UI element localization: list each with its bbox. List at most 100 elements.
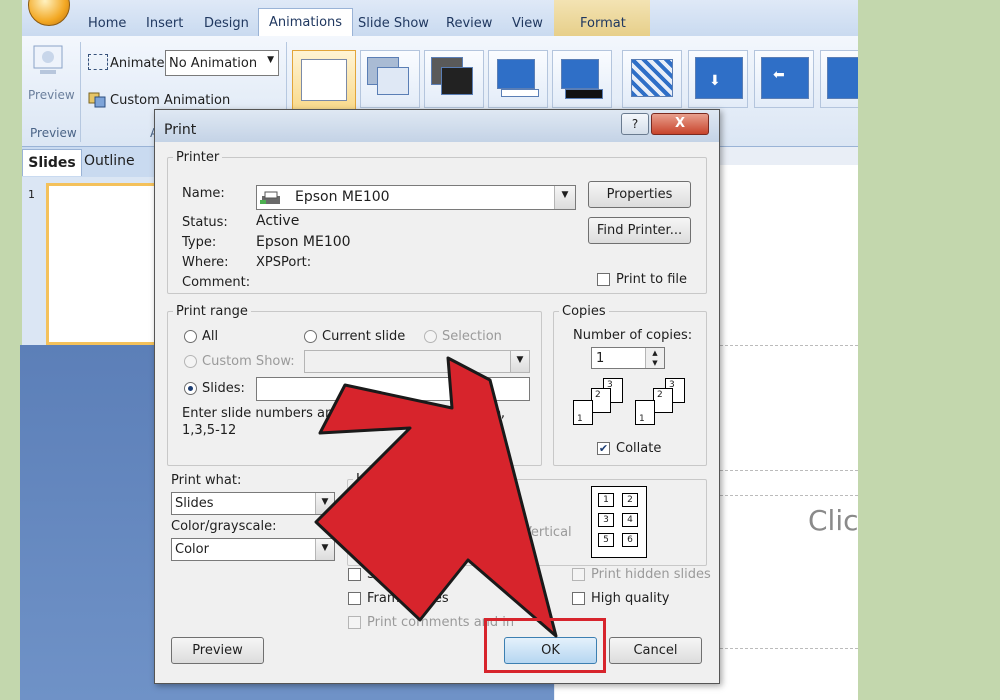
slide-thumbnail[interactable] [46, 183, 160, 345]
tab-animations[interactable]: Animations [258, 8, 354, 37]
print-hidden-slides-checkbox[interactable] [572, 568, 585, 581]
tab-review[interactable]: Review [446, 16, 492, 31]
chevron-down-icon: ▼ [554, 186, 575, 209]
slides-radio[interactable] [184, 382, 197, 395]
properties-button[interactable]: Properties [588, 181, 691, 208]
print-comments-checkbox[interactable] [348, 616, 361, 629]
transition-cut-thumb[interactable] [488, 50, 548, 108]
range-hint-example: 1,3,5-12 [182, 423, 237, 438]
print-dialog: Print ? X Printer Name: Epson ME100 ▼ St… [154, 109, 720, 684]
transition-wipe-left-thumb[interactable]: ⬅ [754, 50, 814, 108]
tab-insert[interactable]: Insert [146, 16, 183, 31]
print-what-select[interactable]: Slides ▼ [171, 492, 335, 515]
copies-spinner[interactable]: 1 ▲ ▼ [591, 347, 665, 369]
placeholder-text[interactable]: Clic [808, 504, 859, 537]
tab-format[interactable]: Format [580, 16, 626, 31]
arrow-down-icon: ⬇ [709, 73, 721, 89]
animate-icon [88, 54, 108, 70]
ribbon-tab-bar: Format Home Insert Design Animations Sli… [22, 0, 858, 37]
thumb-shape [631, 59, 673, 97]
transition-none-thumb[interactable] [292, 50, 356, 112]
tab-outline[interactable]: Outline [84, 153, 135, 169]
where-label: Where: [182, 255, 229, 270]
placeholder-border [700, 648, 858, 649]
tab-slides[interactable]: Slides [22, 149, 82, 176]
all-label[interactable]: All [202, 329, 218, 344]
custom-show-radio[interactable] [184, 355, 197, 368]
collate-checkbox[interactable]: ✔ [597, 442, 610, 455]
spin-down-icon[interactable]: ▼ [645, 358, 664, 368]
animate-dropdown[interactable]: No Animation ▼ [165, 50, 279, 76]
ribbon-separator [80, 42, 81, 142]
print-what-value: Slides [175, 496, 214, 511]
slides-label[interactable]: Slides: [202, 381, 245, 396]
high-quality-label[interactable]: High quality [591, 591, 669, 606]
printer-name-select[interactable]: Epson ME100 ▼ [256, 185, 576, 210]
thumb-shape [501, 89, 539, 97]
transition-cut-black-thumb[interactable] [552, 50, 612, 108]
color-grayscale-label: Color/grayscale: [171, 519, 277, 534]
range-hint-text: Enter slide numbers and [182, 406, 342, 421]
preview-button[interactable]: Preview [171, 637, 264, 664]
transition-wipe-up-thumb[interactable] [820, 50, 858, 108]
close-button[interactable]: X [651, 113, 709, 135]
custom-show-select[interactable]: ▼ [304, 350, 530, 373]
thumb-shape [761, 57, 809, 99]
tab-design[interactable]: Design [204, 16, 249, 31]
name-label: Name: [182, 186, 225, 201]
color-grayscale-value: Color [175, 542, 209, 557]
preview-group-label: Preview [30, 126, 77, 140]
preview-icon[interactable] [28, 42, 68, 82]
current-slide-label[interactable]: Current slide [322, 329, 405, 344]
copies-legend: Copies [562, 304, 606, 319]
comment-label: Comment: [182, 275, 251, 290]
tab-view[interactable]: View [512, 16, 543, 31]
cancel-button[interactable]: Cancel [609, 637, 702, 664]
all-radio[interactable] [184, 330, 197, 343]
custom-animation-button[interactable]: Custom Animation [110, 93, 230, 108]
pane-tab-bar: Slides Outline [22, 147, 162, 177]
vertical-label[interactable]: Vertical [523, 525, 572, 540]
thumb-shape [441, 67, 473, 95]
transition-fade-thumb[interactable] [360, 50, 420, 108]
find-printer-button[interactable]: Find Printer... [588, 217, 691, 244]
printer-name-value: Epson ME100 [295, 189, 390, 205]
color-grayscale-select[interactable]: Color ▼ [171, 538, 335, 561]
type-label: Type: [182, 235, 217, 250]
scale-label[interactable]: Scale [367, 567, 402, 582]
transition-dissolve-thumb[interactable] [622, 50, 682, 108]
transition-fade-black-thumb[interactable] [424, 50, 484, 108]
print-hidden-slides-label[interactable]: Print hidden slides [591, 567, 711, 582]
placeholder-border [700, 470, 858, 471]
thumb-shape [561, 59, 599, 89]
chevron-down-icon: ▼ [315, 539, 334, 560]
printer-legend: Printer [176, 150, 220, 165]
print-to-file-checkbox[interactable] [597, 273, 610, 286]
status-label: Status: [182, 215, 228, 230]
current-slide-radio[interactable] [304, 330, 317, 343]
tab-home[interactable]: Home [88, 16, 126, 31]
contextual-tab-band: Format [554, 0, 650, 36]
handout-layout-preview-icon: 1 2 3 4 5 6 [591, 486, 647, 558]
high-quality-checkbox[interactable] [572, 592, 585, 605]
tab-slide-show[interactable]: Slide Show [358, 16, 429, 31]
help-button[interactable]: ? [621, 113, 649, 135]
grid-cell: 3 [598, 513, 614, 527]
slides-input[interactable] [256, 377, 530, 401]
preview-label[interactable]: Preview [28, 88, 75, 102]
scale-checkbox[interactable] [348, 568, 361, 581]
custom-show-label[interactable]: Custom Show: [202, 354, 295, 369]
print-to-file-label[interactable]: Print to file [616, 272, 687, 287]
dialog-titlebar[interactable]: Print ? X [155, 110, 719, 142]
where-value: XPSPort: [256, 255, 312, 270]
handouts-group: Ha [347, 472, 707, 566]
frame-slides-label[interactable]: Frame slides [367, 591, 449, 606]
transition-wipe-down-thumb[interactable]: ⬇ [688, 50, 748, 108]
thumb-shape [565, 89, 603, 99]
status-value: Active [256, 213, 300, 229]
collate-label[interactable]: Collate [616, 441, 661, 456]
animate-label: Animate: [110, 56, 169, 71]
selection-label[interactable]: Selection [442, 329, 502, 344]
selection-radio[interactable] [424, 330, 437, 343]
frame-slides-checkbox[interactable] [348, 592, 361, 605]
